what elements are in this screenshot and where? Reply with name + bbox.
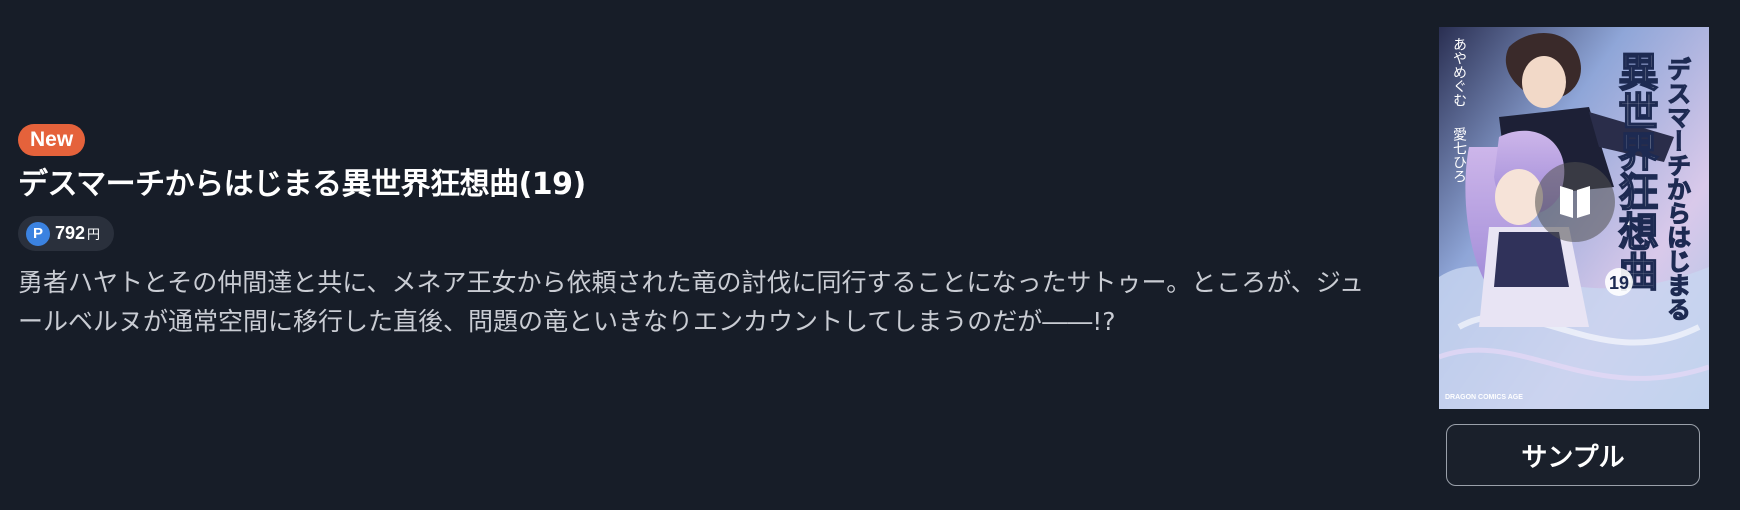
svg-text:愛七ひろ: 愛七ひろ [1451,127,1467,183]
book-info: New デスマーチからはじまる異世界狂想曲(19) P 792 円 勇者ハヤトと… [18,124,1368,341]
book-cover[interactable]: デスマーチからはじまる 異世界狂想曲 19 あやめぐむ 愛七ひろ DRAGON … [1439,27,1709,409]
svg-text:あやめぐむ: あやめぐむ [1451,37,1467,107]
svg-text:DRAGON COMICS AGE: DRAGON COMICS AGE [1445,394,1523,401]
new-badge: New [18,124,86,156]
svg-text:19: 19 [1609,273,1629,293]
preview-overlay[interactable] [1535,162,1615,242]
price-unit: 円 [87,228,101,243]
book-description: 勇者ハヤトとその仲間達と共に、メネア王女から依頼された竜の討伐に同行することにな… [18,268,1365,336]
sample-button[interactable]: サンプル [1446,424,1700,486]
book-open-icon [1560,186,1590,218]
price-value: 792 [55,223,86,243]
svg-text:異世界狂想曲: 異世界狂想曲 [1612,51,1659,291]
price-pill: P 792 円 [18,216,115,251]
book-title[interactable]: デスマーチからはじまる異世界狂想曲(19) [18,164,1368,206]
point-icon: P [26,221,50,246]
svg-text:デスマーチからはじまる: デスマーチからはじまる [1663,57,1692,321]
